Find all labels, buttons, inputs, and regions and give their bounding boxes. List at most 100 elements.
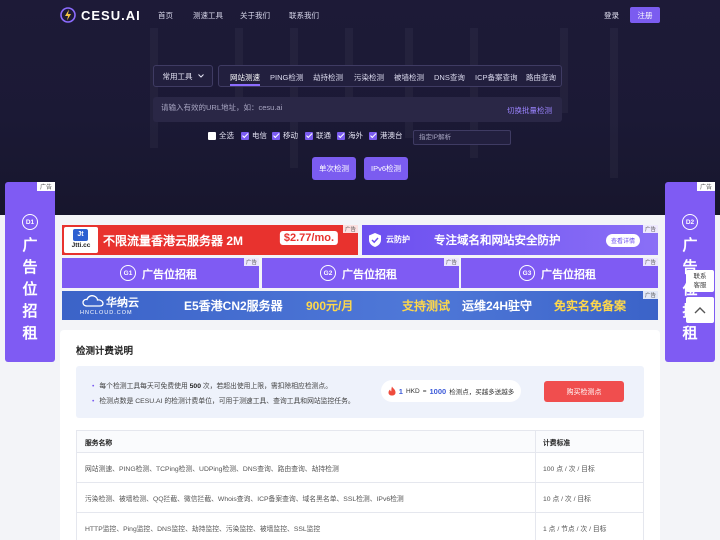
shield-icon <box>369 233 381 247</box>
ad-char: 租 <box>682 325 698 342</box>
table-header-service: 服务名称 <box>85 439 113 447</box>
jtti-logo-text: Jtti.cc <box>71 242 91 249</box>
table-cell-service: 网站测速、PING检测、TCPing检测、UDPing检测、DNS查询、路由查询… <box>85 465 339 473</box>
checkbox-label: 移动 <box>283 131 298 140</box>
active-tab-indicator <box>230 84 260 86</box>
nav-link-tools[interactable]: 测速工具 <box>193 10 223 21</box>
tab-ping[interactable]: PING检测 <box>270 72 303 83</box>
single-test-button[interactable]: 单次检测 <box>312 157 356 180</box>
nav-link-home[interactable]: 首页 <box>158 10 173 21</box>
tab-dns[interactable]: DNS查询 <box>434 72 465 83</box>
ad-slot-text: 广告位招租 <box>142 269 197 281</box>
table-header-row: 服务名称 计费标准 <box>77 431 643 453</box>
tab-website-speed[interactable]: 网站测速 <box>230 72 260 83</box>
note-text: 每个检测工具每天可免费使用 <box>99 383 190 390</box>
rate-equals: = <box>422 387 427 395</box>
ad-slot-g3[interactable]: G3 广告位招租 广告 <box>461 258 658 288</box>
url-input-box: 切换批量检测 <box>153 97 562 122</box>
ad-slot-text: 广告位招租 <box>342 269 397 281</box>
logo-text: CESU.AI <box>81 7 141 23</box>
chevron-down-icon <box>197 74 204 78</box>
hncloud-no-id: 免实名免备案 <box>554 299 627 313</box>
checkbox-hk-mo-tw[interactable]: 港澳台 <box>369 130 403 141</box>
column-divider <box>535 453 536 482</box>
billing-note-points: 检测点数是 CESU.AI 的检测计费单位，可用于测速工具、查询工具和网站监控任… <box>92 395 354 405</box>
service-label-top: 联系 <box>693 273 707 280</box>
ad-badge: G2 <box>320 265 336 281</box>
table-row: 网站测速、PING检测、TCPing检测、UDPing检测、DNS查询、路由查询… <box>77 453 643 483</box>
hncloud-support-24h: 运维24H驻守 <box>462 299 533 313</box>
billing-table: 服务名称 计费标准 网站测速、PING检测、TCPing检测、UDPing检测、… <box>76 430 644 540</box>
chevron-up-icon <box>694 307 706 314</box>
checkbox-all[interactable]: 全选 <box>208 130 234 141</box>
free-count: 500 <box>189 383 201 390</box>
side-ad-left[interactable]: 广告 D1 广 告 位 招 租 <box>5 182 55 362</box>
ad-yunhu[interactable]: 云防护 专注域名和网站安全防护 查看详情 广告 <box>362 225 658 255</box>
jtti-ad-text: 不限流量香港云服务器 2M <box>103 234 244 248</box>
login-link[interactable]: 登录 <box>604 10 619 21</box>
ad-slot-text: 广告位招租 <box>541 269 596 281</box>
buy-points-button[interactable]: 购买检测点 <box>544 381 624 402</box>
tool-category-select[interactable]: 常用工具 <box>153 65 213 87</box>
ad-tag: 广告 <box>443 258 459 266</box>
site-logo[interactable]: CESU.AI <box>60 6 141 24</box>
bg-stripe <box>610 28 618 178</box>
ad-slot-g2[interactable]: G2 广告位招租 广告 <box>262 258 459 288</box>
lightning-logo-icon <box>60 7 76 23</box>
register-button[interactable]: 注册 <box>630 7 660 23</box>
ad-badge: G1 <box>120 265 136 281</box>
table-row: HTTP监控、Ping监控、DNS监控、劫持监控、污染监控、被墙监控、SSL监控… <box>77 513 643 540</box>
tab-pollution[interactable]: 污染检测 <box>354 72 384 83</box>
ad-badge: D1 <box>22 214 38 230</box>
ad-tag: 广告 <box>36 182 55 191</box>
tab-icp[interactable]: ICP备案查询 <box>475 72 518 83</box>
jtti-logo-mark: Jt <box>73 229 88 241</box>
table-cell-service: 污染检测、被墙检测、QQ拦截、微信拦截、Whois查询、ICP备案查询、域名黑名… <box>85 495 404 503</box>
billing-title: 检测计费说明 <box>76 346 134 357</box>
yunhu-brand: 云防护 <box>386 235 410 244</box>
tool-tabs: 网站测速 PING检测 劫持检测 污染检测 被墙检测 DNS查询 ICP备案查询… <box>218 65 562 87</box>
table-row: 污染检测、被墙检测、QQ拦截、微信拦截、Whois查询、ICP备案查询、域名黑名… <box>77 483 643 513</box>
ad-tag: 广告 <box>642 291 658 299</box>
batch-mode-link[interactable]: 切换批量检测 <box>507 105 552 116</box>
bg-stripe <box>345 28 353 98</box>
ad-jtti[interactable]: Jt Jtti.cc 不限流量香港云服务器 2M $2.77/mo. 广告 <box>62 225 358 255</box>
checkbox-overseas[interactable]: 海外 <box>337 130 363 141</box>
url-input[interactable] <box>161 103 481 112</box>
back-to-top-button[interactable] <box>686 297 714 323</box>
checkbox-checked-icon <box>369 131 377 140</box>
billing-card: 检测计费说明 每个检测工具每天可免费使用 500 次，若超出使用上限，需扣除相应… <box>60 330 660 540</box>
ad-char: 招 <box>22 303 38 320</box>
checkbox-telecom[interactable]: 电信 <box>241 130 267 141</box>
checkbox-checked-icon <box>337 131 345 140</box>
rate-hkd-amount: 1 <box>398 386 403 396</box>
ad-tag: 广告 <box>696 182 715 191</box>
ad-char: 广 <box>682 237 698 254</box>
contact-service-button[interactable]: 联系 客服 <box>686 270 714 292</box>
yunhu-detail-button[interactable]: 查看详情 <box>606 234 641 247</box>
cloud-logo-icon <box>82 295 104 307</box>
tab-hijack[interactable]: 劫持检测 <box>313 72 343 83</box>
checkbox-label: 全选 <box>219 131 234 140</box>
ad-badge: G3 <box>519 265 535 281</box>
column-divider <box>535 431 536 452</box>
fire-icon <box>388 386 396 396</box>
ad-hncloud[interactable]: 华纳云 HNCLOUD.COM E5香港CN2服务器 900元/月 支持测试 运… <box>62 291 658 320</box>
tab-route[interactable]: 路由查询 <box>526 72 556 83</box>
column-divider <box>535 483 536 512</box>
nav-link-contact[interactable]: 联系我们 <box>289 10 319 21</box>
ad-slot-g1[interactable]: G1 广告位招租 广告 <box>62 258 259 288</box>
checkbox-mobile[interactable]: 移动 <box>272 130 298 141</box>
rate-note: 检测点，买越多送越多 <box>449 389 515 396</box>
yunhu-ad-text: 专注域名和网站安全防护 <box>434 235 561 247</box>
ip-resolve-input[interactable] <box>413 130 511 145</box>
bg-stripe <box>150 28 158 148</box>
ad-tag: 广告 <box>642 225 658 233</box>
nav-link-about[interactable]: 关于我们 <box>240 10 270 21</box>
table-cell-price: 10 点 / 次 / 目标 <box>543 495 591 503</box>
checkbox-unicom[interactable]: 联通 <box>305 130 331 141</box>
note-text: 次，若超出使用上限，需扣除相应检测点。 <box>200 383 333 390</box>
ipv6-test-button[interactable]: IPv6检测 <box>364 157 408 180</box>
tab-blocked[interactable]: 被墙检测 <box>394 72 424 83</box>
top-navbar: CESU.AI 首页 测速工具 关于我们 联系我们 登录 注册 <box>0 0 720 30</box>
